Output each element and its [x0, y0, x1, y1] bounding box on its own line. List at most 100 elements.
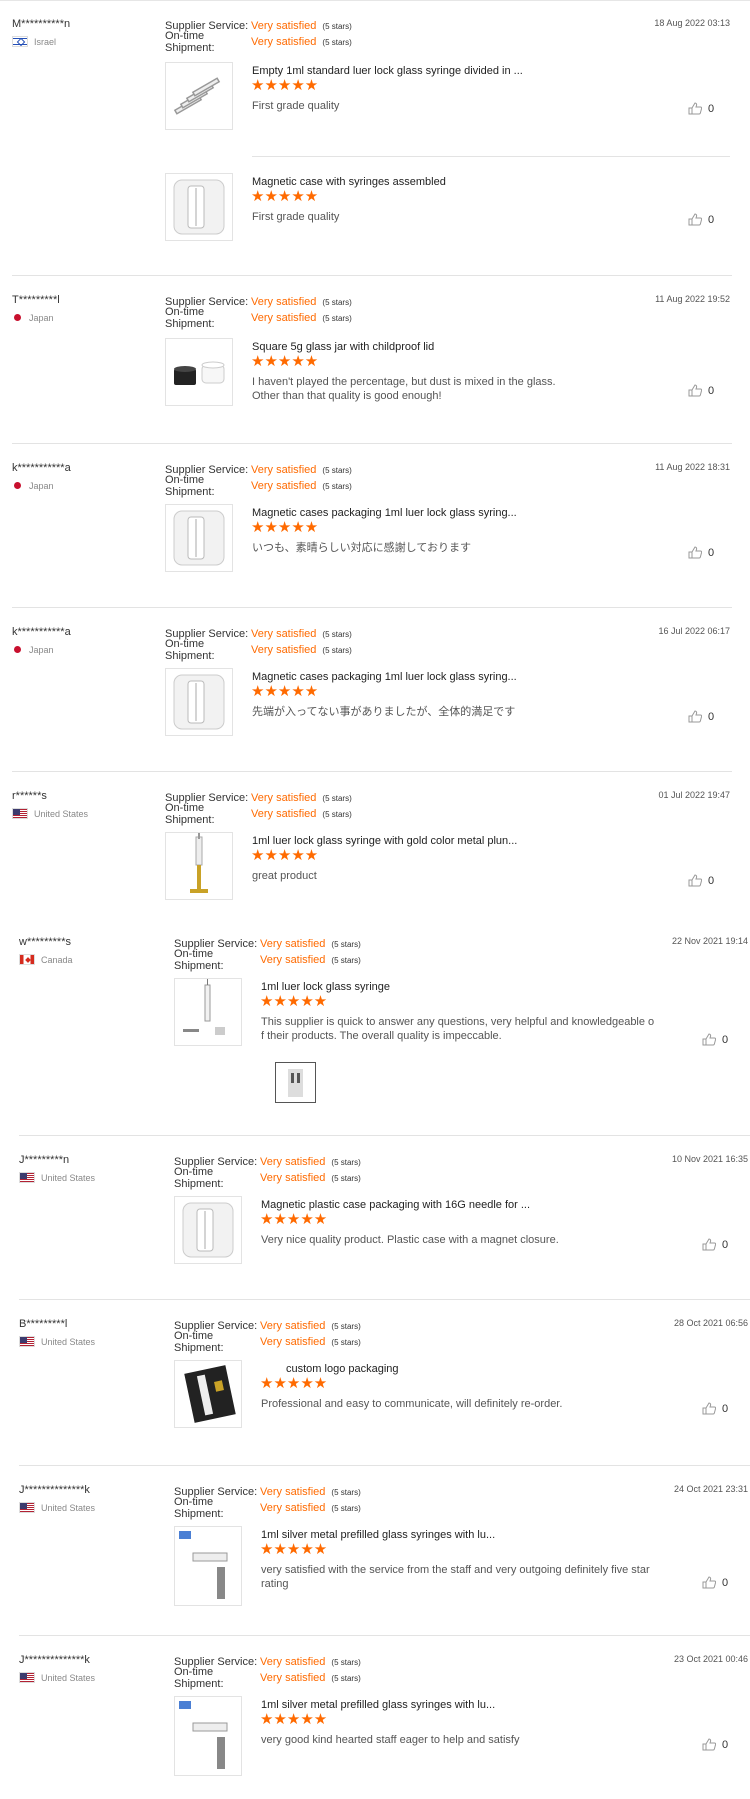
shipment-label: On-time Shipment:: [165, 30, 215, 54]
shipment-stars: (5 stars): [331, 1503, 361, 1513]
product-image[interactable]: [174, 978, 242, 1046]
japan-flag-icon: [12, 312, 23, 323]
shipment-label: On-time Shipment:: [174, 948, 224, 972]
shipment-value: Very satisfied: [251, 644, 317, 656]
review-date: 10 Nov 2021 16:35: [671, 1154, 748, 1164]
helpful-button[interactable]: 0: [702, 1033, 728, 1046]
product-item: 1ml silver metal prefilled glass syringe…: [174, 1696, 739, 1776]
supplier-ratings: Supplier Service: Very satisfied (5 stars)…: [165, 18, 352, 54]
helpful-button[interactable]: 0: [702, 1402, 728, 1415]
product-image[interactable]: [174, 1196, 242, 1264]
rating-stars-icon: ★★★★★: [260, 1375, 328, 1392]
review-date: 11 Aug 2022 18:31: [655, 462, 730, 472]
supplier-ratings: Supplier Service: Very satisfied (5 stars)…: [165, 294, 352, 330]
rating-stars-icon: ★★★★★: [251, 847, 319, 864]
us-flag-icon: [12, 808, 28, 819]
helpful-button[interactable]: 0: [688, 213, 714, 226]
shipment-value: Very satisfied: [251, 36, 317, 48]
product-image[interactable]: [174, 1696, 242, 1776]
product-image[interactable]: [174, 1360, 242, 1428]
helpful-count: 0: [708, 213, 715, 226]
buyer-name: r******s: [12, 790, 47, 802]
helpful-count: 0: [708, 710, 715, 723]
buyer-info: J**************k United States: [19, 1484, 95, 1513]
review-comment: very satisfied with the service from the…: [261, 1563, 650, 1591]
product-title[interactable]: Magnetic cases packaging 1ml luer lock g…: [252, 671, 517, 683]
buyer-name: T*********l: [12, 294, 60, 306]
supplier-service-stars: (5 stars): [322, 297, 352, 307]
supplier-service-value: Very satisfied: [260, 1156, 326, 1168]
shipment-value: Very satisfied: [260, 1672, 326, 1684]
shipment-label: On-time Shipment:: [165, 306, 215, 330]
helpful-button[interactable]: 0: [688, 546, 714, 559]
product-item: Magnetic case with syringes assembled ★★…: [165, 173, 730, 253]
rating-stars-icon: ★★★★★: [251, 683, 319, 700]
comment-line: I haven't played the percentage, but dus…: [252, 376, 556, 388]
rating-stars-icon: ★★★★★: [251, 77, 319, 94]
buyer-country: Israel: [12, 36, 70, 47]
helpful-button[interactable]: 0: [688, 102, 714, 115]
supplier-service-stars: (5 stars): [331, 1657, 361, 1667]
product-image[interactable]: [165, 62, 233, 130]
supplier-service-value: Very satisfied: [251, 296, 317, 308]
thumbs-up-icon: [688, 874, 702, 887]
product-image[interactable]: [165, 668, 233, 736]
product-item: Magnetic cases packaging 1ml luer lock g…: [165, 668, 730, 748]
review-photo[interactable]: [275, 1062, 316, 1103]
product-title[interactable]: Square 5g glass jar with childproof lid: [252, 341, 434, 353]
review-card: k***********a Japan Supplier Service: Ver…: [0, 444, 750, 608]
helpful-button[interactable]: 0: [702, 1238, 728, 1251]
shipment-stars: (5 stars): [322, 37, 352, 47]
product-title[interactable]: Magnetic case with syringes assembled: [252, 176, 446, 188]
buyer-name: J**************k: [19, 1484, 90, 1496]
product-title[interactable]: 1ml silver metal prefilled glass syringe…: [261, 1699, 495, 1711]
supplier-ratings: Supplier Service: Very satisfied (5 stars)…: [174, 1654, 361, 1690]
us-flag-icon: [19, 1672, 35, 1683]
supplier-ratings: Supplier Service: Very satisfied (5 stars)…: [174, 1484, 361, 1520]
product-image[interactable]: [165, 173, 233, 241]
product-title[interactable]: Magnetic cases packaging 1ml luer lock g…: [252, 507, 517, 519]
country-name: Japan: [29, 644, 54, 655]
shipment-stars: (5 stars): [322, 809, 352, 819]
helpful-count: 0: [708, 874, 715, 887]
product-image[interactable]: [174, 1526, 242, 1606]
product-title[interactable]: 1ml silver metal prefilled glass syringe…: [261, 1529, 495, 1541]
review-comment: great product: [252, 870, 317, 882]
review-card: M**********n Israel Supplier Service: Ver…: [0, 0, 750, 276]
thumbs-up-icon: [688, 384, 702, 397]
rating-stars-icon: ★★★★★: [260, 993, 328, 1010]
review-card: J**************k United States Supplier …: [0, 1466, 750, 1636]
rating-stars-icon: ★★★★★: [251, 188, 319, 205]
product-item: Magnetic plastic case packaging with 16G…: [174, 1196, 739, 1276]
product-image[interactable]: [165, 504, 233, 572]
product-title[interactable]: Empty 1ml standard luer lock glass syrin…: [252, 65, 523, 77]
helpful-button[interactable]: 0: [688, 384, 714, 397]
supplier-service-value: Very satisfied: [251, 792, 317, 804]
helpful-button[interactable]: 0: [702, 1738, 728, 1751]
product-title[interactable]: 1ml luer lock glass syringe: [261, 981, 390, 993]
product-title[interactable]: Magnetic plastic case packaging with 16G…: [261, 1199, 530, 1211]
supplier-ratings: Supplier Service: Very satisfied (5 stars)…: [165, 790, 352, 826]
product-image[interactable]: [165, 832, 233, 900]
helpful-button[interactable]: 0: [688, 874, 714, 887]
product-title[interactable]: 1ml luer lock glass syringe with gold co…: [252, 835, 517, 847]
buyer-name: J**************k: [19, 1654, 90, 1666]
helpful-button[interactable]: 0: [688, 710, 714, 723]
buyer-country: United States: [12, 808, 88, 819]
helpful-button[interactable]: 0: [702, 1576, 728, 1589]
buyer-country: United States: [19, 1172, 95, 1183]
helpful-count: 0: [722, 1402, 729, 1415]
product-title[interactable]: custom logo packaging: [286, 1363, 399, 1375]
review-comment: I haven't played the percentage, but dus…: [252, 375, 556, 403]
thumbs-up-icon: [688, 213, 702, 226]
product-image[interactable]: [165, 338, 233, 406]
buyer-country: Japan: [12, 312, 60, 323]
comment-line: f their products. The overall quality is…: [261, 1030, 502, 1042]
shipment-stars: (5 stars): [331, 1673, 361, 1683]
helpful-count: 0: [708, 102, 715, 115]
shipment-label: On-time Shipment:: [165, 802, 215, 826]
supplier-service-value: Very satisfied: [251, 20, 317, 32]
us-flag-icon: [19, 1172, 35, 1183]
shipment-value: Very satisfied: [251, 808, 317, 820]
product-item: 1ml luer lock glass syringe with gold co…: [165, 832, 730, 912]
